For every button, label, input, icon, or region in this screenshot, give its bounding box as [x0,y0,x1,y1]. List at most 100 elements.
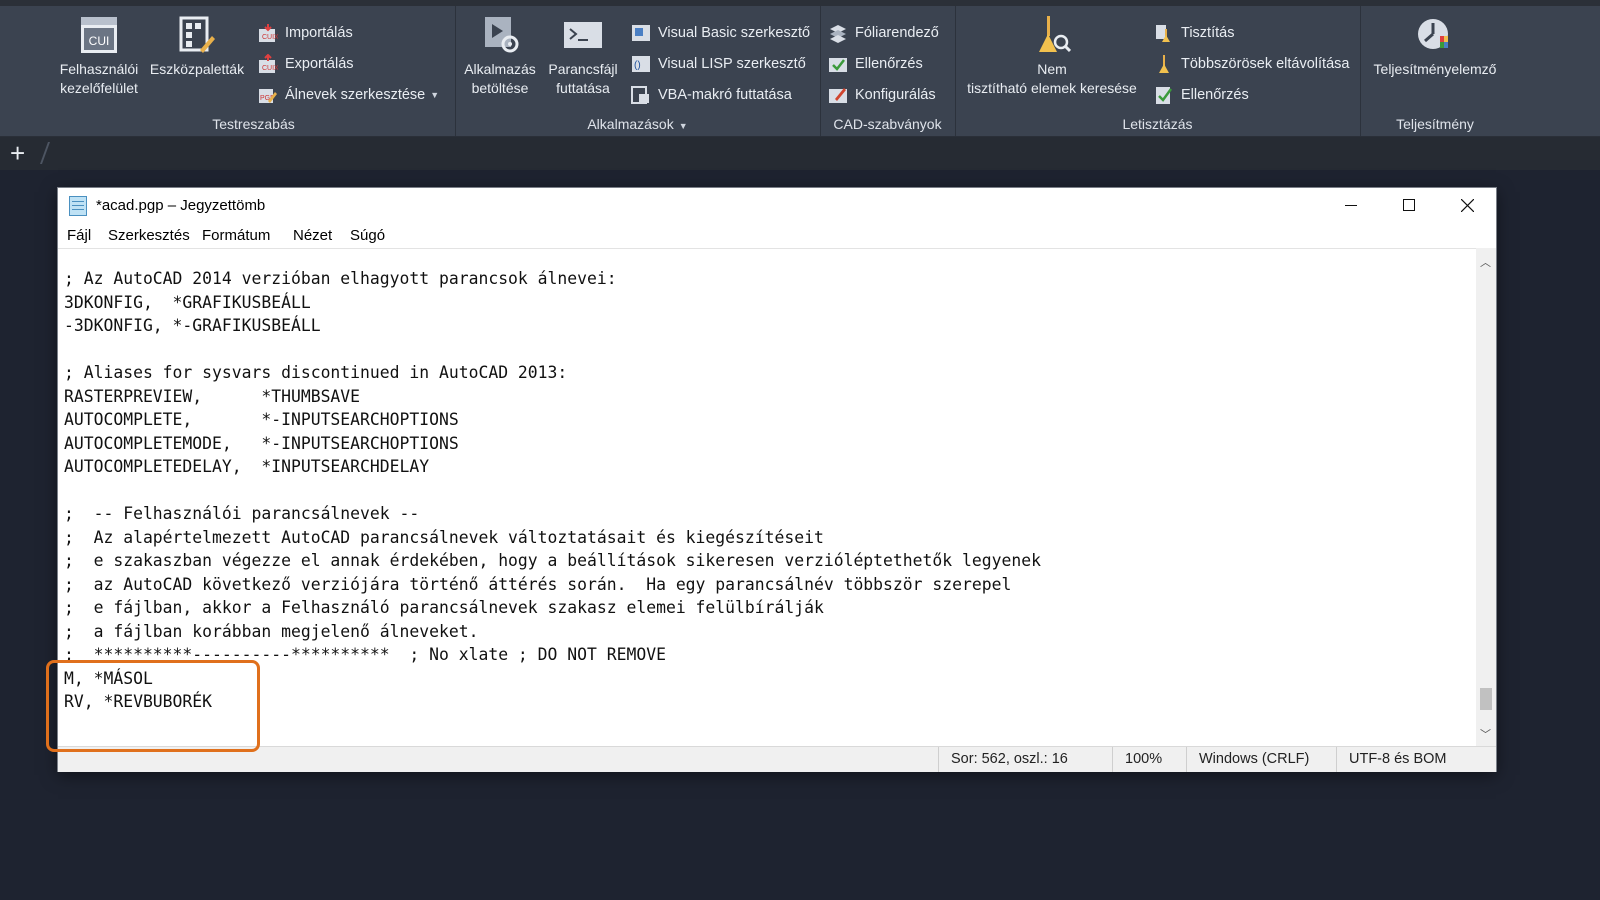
standards-check-button[interactable]: Ellenőrzés [828,52,923,76]
vlisp-editor-label: Visual LISP szerkesztő [658,56,806,72]
panel-customization: CUI Felhasználói kezelőfelület Eszközpal… [52,6,456,136]
vlisp-editor-icon: () [631,54,651,74]
text-editor[interactable]: ; Az AutoCAD 2014 verzióban elhagyott pa… [58,248,1476,747]
tab-divider [39,142,51,164]
scroll-thumb[interactable] [1480,688,1492,710]
cui-button[interactable]: CUI Felhasználói kezelőfelület [56,16,142,98]
layer-translator-button[interactable]: Fóliarendező [828,21,939,45]
panel-cleanup: Nem tisztítható elemek keresése Tisztítá… [955,6,1361,136]
vlisp-editor-button[interactable]: () Visual LISP szerkesztő [631,52,806,76]
layer-translator-label: Fóliarendező [855,25,939,41]
cui-label-line1: Felhasználói [59,61,139,77]
edit-aliases-icon: PGP [258,85,278,105]
scroll-down-icon[interactable]: ﹀ [1480,726,1491,742]
menu-edit[interactable]: Szerkesztés [108,227,190,244]
vba-run-label: VBA-makró futtatása [658,87,792,103]
tool-palettes-icon [178,16,216,54]
import-button[interactable]: CUIX Importálás [258,21,353,45]
run-script-button[interactable]: Parancsfájl futtatása [543,16,623,98]
audit-button[interactable]: Ellenőrzés [1154,83,1249,107]
run-script-icon [564,16,602,54]
close-icon [1460,198,1474,212]
cui-icon: CUI [80,16,118,54]
new-tab-button[interactable]: + [10,138,25,168]
ribbon: CUI Felhasználói kezelőfelület Eszközpal… [0,6,1600,137]
status-divider [1112,747,1113,772]
performance-analyzer-label: Teljesítményelemző [1373,61,1497,77]
menu-file[interactable]: Fájl [67,227,91,244]
panel-applications: Alkalmazás betöltése Parancsfájl futtatá… [455,6,821,136]
close-button[interactable] [1438,188,1496,222]
panel-title-performance: Teljesítmény [1396,116,1474,132]
audit-label: Ellenőrzés [1181,87,1249,103]
notepad-titlebar[interactable]: *acad.pgp – Jegyzettömb [58,188,1496,222]
window-title: *acad.pgp – Jegyzettömb [96,197,266,214]
standards-check-icon [828,54,848,74]
panel-title-applications-label: Alkalmazások [587,116,674,132]
load-application-button[interactable]: Alkalmazás betöltése [461,16,539,98]
layer-translator-icon [828,23,848,43]
panel-title-customization: Testreszabás [212,116,295,132]
run-script-label-line1: Parancsfájl [548,61,618,77]
run-script-label-line2: futtatása [556,80,610,96]
vertical-scrollbar[interactable]: ︿ ﹀ [1476,248,1496,746]
svg-text:CUIX: CUIX [262,34,278,41]
menu-view[interactable]: Nézet [293,227,332,244]
edit-aliases-button[interactable]: PGP Álnevek szerkesztése ▼ [258,83,439,107]
cui-label-line2: kezelőfelület [60,80,138,96]
purge-button[interactable]: Tisztítás [1154,21,1234,45]
configure-button[interactable]: Konfigurálás [828,83,936,107]
file-content[interactable]: ; Az AutoCAD 2014 verzióban elhagyott pa… [64,267,1041,714]
maximize-button[interactable] [1380,188,1438,222]
minimize-button[interactable] [1322,188,1380,222]
edit-aliases-label: Álnevek szerkesztése [285,87,426,103]
svg-text:CUI: CUI [89,34,110,48]
find-nonpurgeable-label-line1: Nem [1037,61,1067,77]
encoding: UTF-8 és BOM [1349,751,1447,767]
purge-label: Tisztítás [1181,25,1235,41]
import-label: Importálás [285,25,353,41]
menu-bar: Fájl Szerkesztés Formátum Nézet Súgó [58,222,1496,248]
configure-icon [828,85,848,105]
load-application-label-line1: Alkalmazás [464,61,536,77]
load-application-label-line2: betöltése [471,80,529,96]
tool-palettes-button[interactable]: Eszközpaletták [147,16,247,79]
svg-text:(): () [634,60,641,71]
find-nonpurgeable-label-line2: tisztítható elemek keresése [967,80,1137,96]
cursor-position: Sor: 562, oszl.: 16 [951,751,1068,767]
panel-title-cad-standards: CAD-szabványok [833,116,942,132]
export-label: Exportálás [285,56,354,72]
purge-icon [1154,23,1174,43]
maximize-icon [1403,199,1415,211]
status-divider [1336,747,1337,772]
audit-icon [1154,85,1174,105]
standards-check-label: Ellenőrzés [855,56,923,72]
export-button[interactable]: CUIX Exportálás [258,52,354,76]
zoom-level: 100% [1125,751,1163,767]
line-endings: Windows (CRLF) [1199,751,1310,767]
menu-format[interactable]: Formátum [202,227,270,244]
performance-analyzer-icon [1416,16,1454,54]
find-nonpurgeable-button[interactable]: Nem tisztítható elemek keresése [957,16,1147,98]
scroll-up-icon[interactable]: ︿ [1480,254,1491,270]
vba-run-icon [631,85,651,105]
panel-performance: Teljesítményelemző Teljesítmény [1360,6,1510,136]
vb-editor-button[interactable]: Visual Basic szerkesztő [631,21,810,45]
chevron-down-icon[interactable]: ▼ [430,90,439,100]
panel-title-cleanup: Letisztázás [1122,116,1193,132]
file-tabs-bar: + [0,137,1600,170]
notepad-window: *acad.pgp – Jegyzettömb Fájl Szerkesztés… [58,188,1496,772]
menu-help[interactable]: Súgó [350,227,385,244]
vb-editor-label: Visual Basic szerkesztő [658,25,811,41]
tool-palettes-label: Eszközpaletták [149,61,245,77]
panel-title-applications[interactable]: Alkalmazások ▼ [455,116,820,132]
load-application-icon [481,16,519,54]
performance-analyzer-button[interactable]: Teljesítményelemző [1360,16,1510,79]
status-divider [1186,747,1187,772]
minimize-icon [1345,205,1357,206]
overkill-label: Többszörösek eltávolítása [1181,56,1350,72]
vba-run-button[interactable]: VBA-makró futtatása [631,83,792,107]
svg-text:CUIX: CUIX [262,65,278,72]
overkill-button[interactable]: Többszörösek eltávolítása [1154,52,1349,76]
export-icon: CUIX [258,53,279,74]
